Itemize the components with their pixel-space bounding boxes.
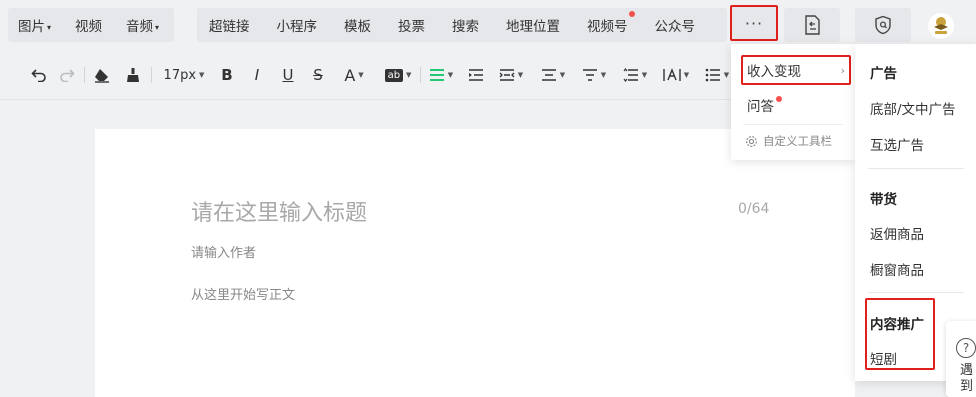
background-color-button[interactable]: ab ▼ [379,64,417,86]
menu-audio[interactable]: 音频 ▾ [126,15,159,35]
editor-paper [95,129,855,397]
toolbar-divider [420,67,421,83]
submenu-item-showcase-goods[interactable]: 橱窗商品 [870,259,924,279]
submenu-heading-ads: 广告 [870,66,897,82]
menu-hyperlink[interactable]: 超链接 [209,15,250,35]
italic-button[interactable]: I [248,64,266,86]
brush-icon [127,68,139,82]
menu-official-account[interactable]: 公众号 [655,15,696,35]
menu-location[interactable]: 地理位置 [506,15,560,35]
avatar-logo-icon [934,17,948,34]
author-input[interactable]: 请输入作者 [191,242,256,261]
toolbar-divider [151,67,152,83]
menu-channels[interactable]: 视频号 [587,11,635,35]
spacing-before-icon [582,69,597,81]
format-painter-button[interactable] [92,64,112,86]
promo-highlight [865,298,935,370]
font-size-select[interactable]: 17px ▼ [161,64,207,86]
body-input[interactable]: 从这里开始写正文 [191,284,295,303]
font-color-button[interactable]: A ▼ [340,64,368,86]
menu-video[interactable]: 视频 [75,15,102,35]
vertical-spacing-icon [541,69,556,81]
toolbar-divider [84,67,85,83]
menu-search[interactable]: 搜索 [452,15,479,35]
avatar[interactable] [928,13,954,39]
new-badge-dot [776,96,782,102]
line-height-button[interactable]: ▼ [621,64,649,86]
help-label[interactable]: 遇到 [960,363,974,395]
list-button[interactable]: ▼ [704,64,730,86]
title-char-count: 0/64 [738,201,770,217]
menu-image[interactable]: 图片 ▾ [18,15,51,35]
line-height-icon [623,68,638,82]
menu-template[interactable]: 模板 [344,15,371,35]
dropdown-item-qa[interactable]: 问答 [731,88,855,122]
underline-button[interactable]: U [279,64,297,86]
text-indent-button[interactable]: ▼ [497,64,525,86]
bold-button[interactable]: B [218,64,236,86]
submenu-heading-goods: 带货 [870,192,897,208]
submenu-divider [868,168,964,169]
redo-icon [60,69,75,82]
monetize-highlight [741,55,851,85]
align-button[interactable]: ▼ [427,64,455,86]
gear-icon [746,135,757,147]
letter-spacing-button[interactable]: ▼ [662,64,690,86]
question-icon[interactable]: ? [956,338,976,358]
bullet-list-icon [705,68,720,82]
more-button[interactable]: ··· [730,5,778,41]
submenu-item-commission-goods[interactable]: 返佣商品 [870,223,924,243]
originality-button[interactable] [855,8,911,42]
insert-group: 超链接 小程序 模板 投票 搜索 地理位置 视频号 公众号 [197,8,727,42]
shield-icon [875,15,891,35]
clear-format-button[interactable] [124,64,142,86]
strikethrough-button[interactable]: S [309,64,327,86]
submenu-item-mutual-ad[interactable]: 互选广告 [870,134,924,154]
new-badge-dot [628,11,635,17]
align-left-icon [429,69,444,81]
paragraph-spacing-button[interactable]: ▼ [539,64,567,86]
title-input[interactable]: 请在这里输入标题 [191,195,367,227]
letter-spacing-icon [663,68,681,81]
import-document-icon [805,15,820,35]
indent-icon [469,69,483,81]
menu-vote[interactable]: 投票 [398,15,425,35]
redo-button[interactable] [58,64,76,86]
undo-icon [31,69,46,82]
custom-toolbar-button[interactable]: 自定义工具栏 [745,133,832,149]
undo-button[interactable] [30,64,48,86]
eraser-icon [95,69,109,83]
text-indent-icon [499,69,515,81]
submenu-item-bottom-ad[interactable]: 底部/文中广告 [870,98,956,118]
submenu-divider [868,292,964,293]
menu-miniprogram[interactable]: 小程序 [277,15,318,35]
media-group: 图片 ▾ 视频 音频 ▾ [8,8,174,42]
top-insert-bar: 图片 ▾ 视频 音频 ▾ 超链接 小程序 模板 投票 搜索 地理位置 视频号 公众号… [0,0,976,50]
before-spacing-button[interactable]: ▼ [580,64,608,86]
indent-button[interactable] [466,64,486,86]
dropdown-divider [743,124,843,125]
import-doc-button[interactable] [784,8,840,42]
